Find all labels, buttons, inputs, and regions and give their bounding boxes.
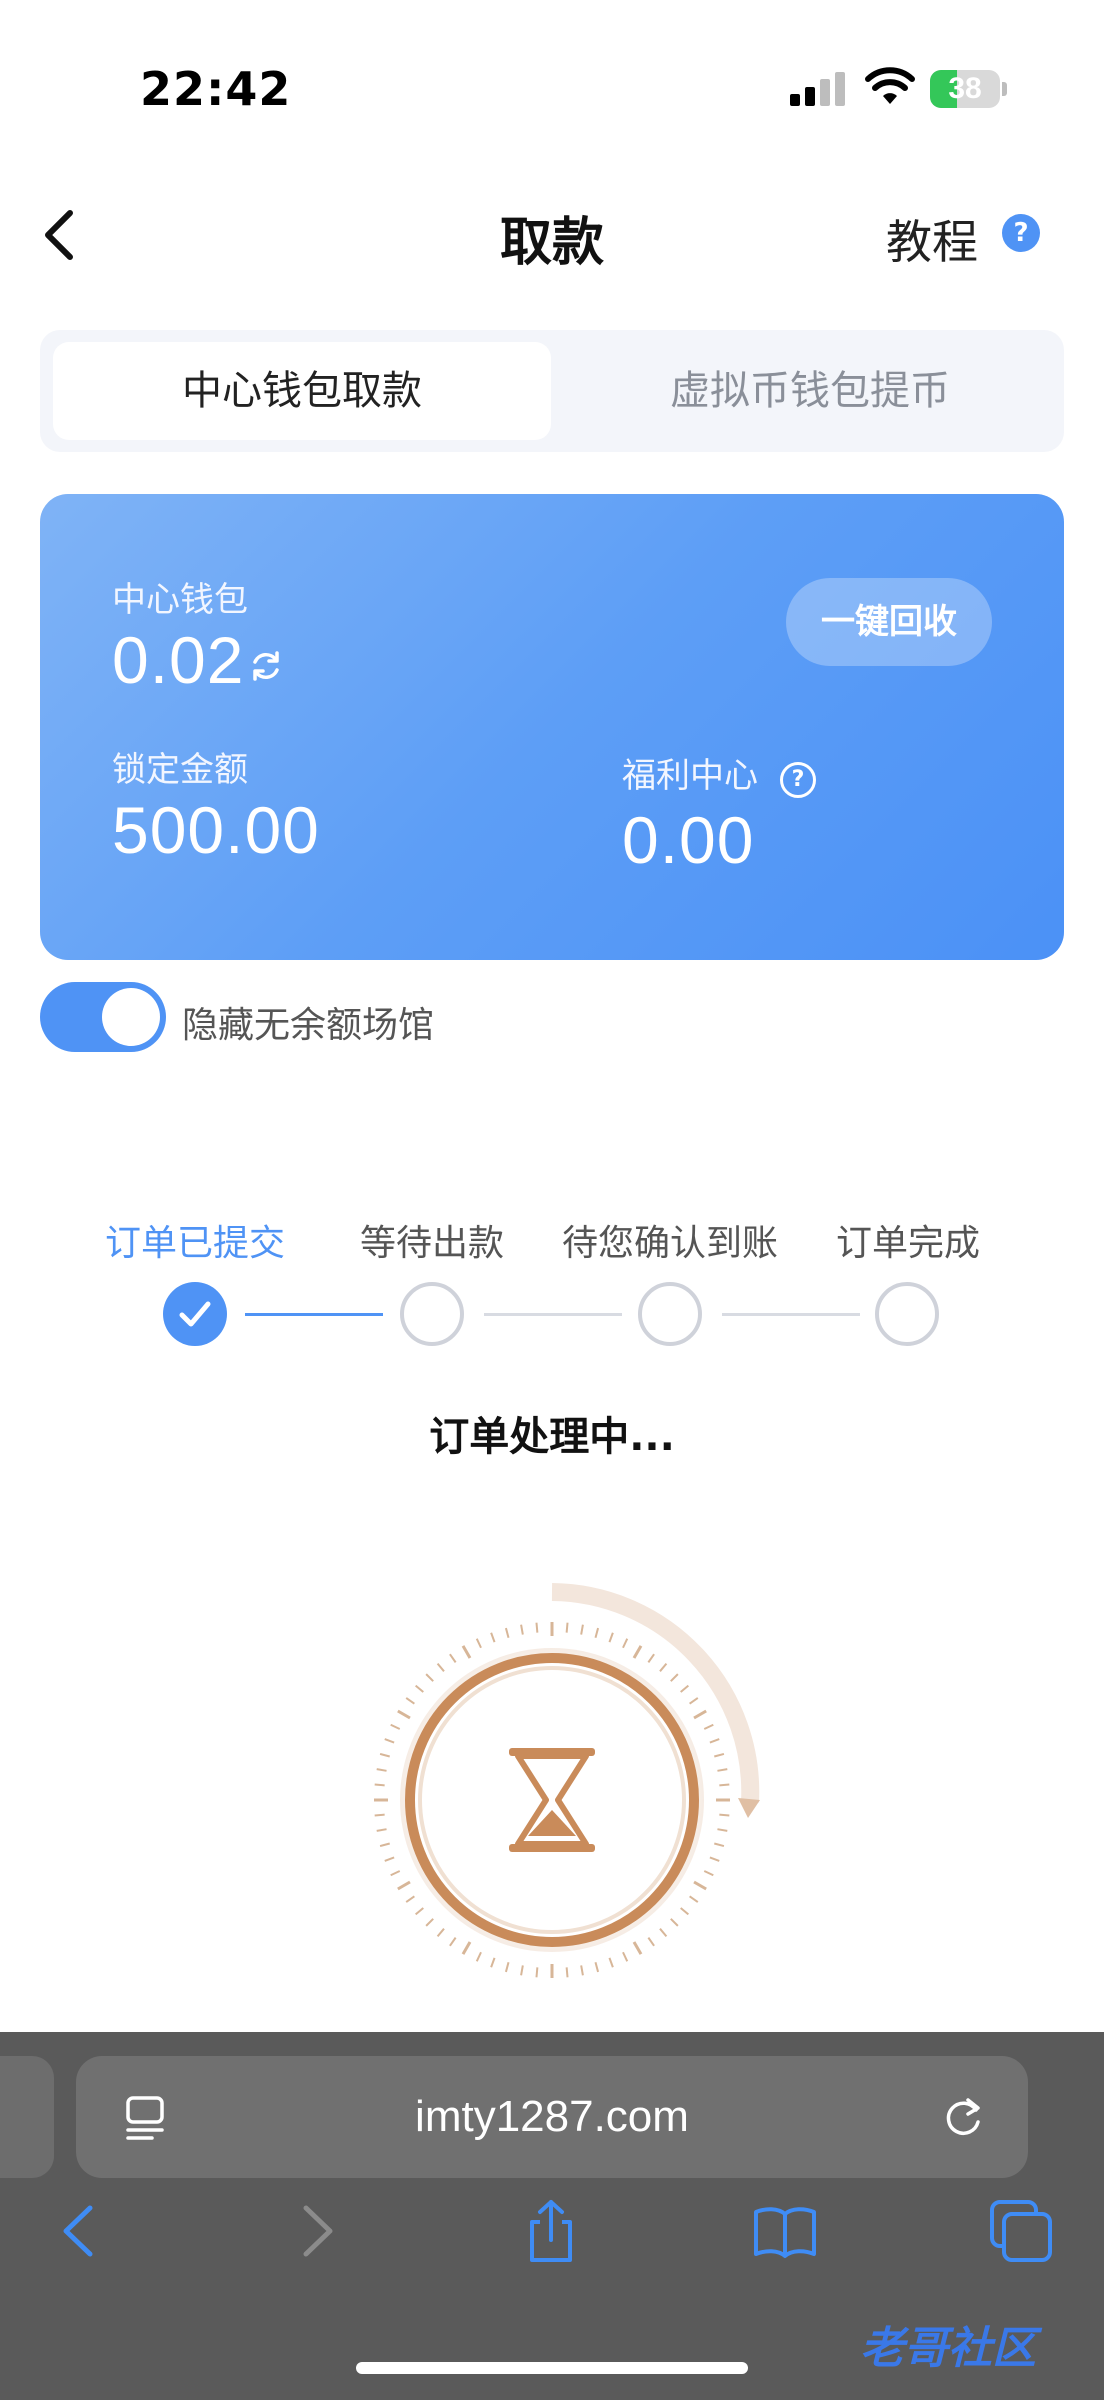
watermark-logo: 老哥社区 <box>860 2323 1036 2374</box>
battery-percent: 38 <box>948 72 982 105</box>
toggle-knob <box>102 988 160 1046</box>
step-label-submitted: 订单已提交 <box>104 1223 285 1264</box>
step-circle-completed <box>875 1282 939 1346</box>
locked-amount-value: 500.00 <box>112 793 320 867</box>
wallet-card: 中心钱包 0.02 一键回收 锁定金额 500.00 福利中心 ? 0.00 <box>40 494 1064 960</box>
browser-toolbar: imty1287.com 老哥社区 <box>0 2032 1104 2400</box>
home-indicator <box>356 2362 748 2374</box>
help-icon[interactable]: ? <box>1002 214 1040 252</box>
tab-crypto-wallet[interactable]: 虚拟币钱包提币 <box>560 342 1060 440</box>
question-icon[interactable]: ? <box>780 762 816 798</box>
tutorial-link[interactable]: 教程 <box>886 206 978 272</box>
address-bar[interactable]: imty1287.com <box>76 2056 1028 2178</box>
previous-tab-preview[interactable] <box>0 2056 54 2178</box>
cellular-signal-icon <box>790 72 845 106</box>
step-circle-submitted <box>163 1282 227 1346</box>
step-circle-confirm-receipt <box>638 1282 702 1346</box>
center-wallet-amount: 0.02 <box>112 623 245 697</box>
bookmarks-icon[interactable] <box>752 2198 818 2264</box>
status-time: 22:42 <box>140 62 292 116</box>
step-connector <box>722 1313 860 1316</box>
welfare-center-amount: 0.00 <box>622 803 755 877</box>
reload-icon[interactable] <box>938 2092 988 2142</box>
step-connector <box>245 1313 383 1316</box>
withdraw-tabs: 中心钱包取款 虚拟币钱包提币 <box>40 330 1064 452</box>
tabs-icon[interactable] <box>988 2198 1054 2264</box>
hide-empty-venues-toggle[interactable] <box>40 982 166 1052</box>
browser-back-icon[interactable] <box>46 2198 112 2264</box>
step-label-confirm-receipt: 待您确认到账 <box>561 1223 778 1264</box>
step-label-awaiting-payout: 等待出款 <box>359 1223 504 1264</box>
hourglass-progress-icon <box>374 1583 760 1978</box>
step-circle-awaiting-payout <box>400 1282 464 1346</box>
step-label-completed: 订单完成 <box>835 1223 980 1264</box>
welfare-center-label: 福利中心 <box>622 756 758 796</box>
battery-icon: 38 <box>930 70 1007 108</box>
browser-forward-icon[interactable] <box>284 2198 350 2264</box>
hide-empty-venues-label: 隐藏无余额场馆 <box>182 1005 435 1046</box>
share-icon[interactable] <box>518 2198 584 2264</box>
refresh-icon[interactable] <box>248 648 284 684</box>
center-wallet-label: 中心钱包 <box>112 580 248 620</box>
url-text: imty1287.com <box>415 2092 689 2141</box>
wifi-icon <box>865 67 915 104</box>
checkmark-icon <box>179 1301 211 1327</box>
tab-center-wallet[interactable]: 中心钱包取款 <box>53 342 551 440</box>
locked-amount-label: 锁定金额 <box>112 750 248 790</box>
order-status-text: 订单处理中... <box>429 1414 675 1460</box>
one-click-recycle-button[interactable]: 一键回收 <box>786 578 992 666</box>
step-connector <box>484 1313 622 1316</box>
